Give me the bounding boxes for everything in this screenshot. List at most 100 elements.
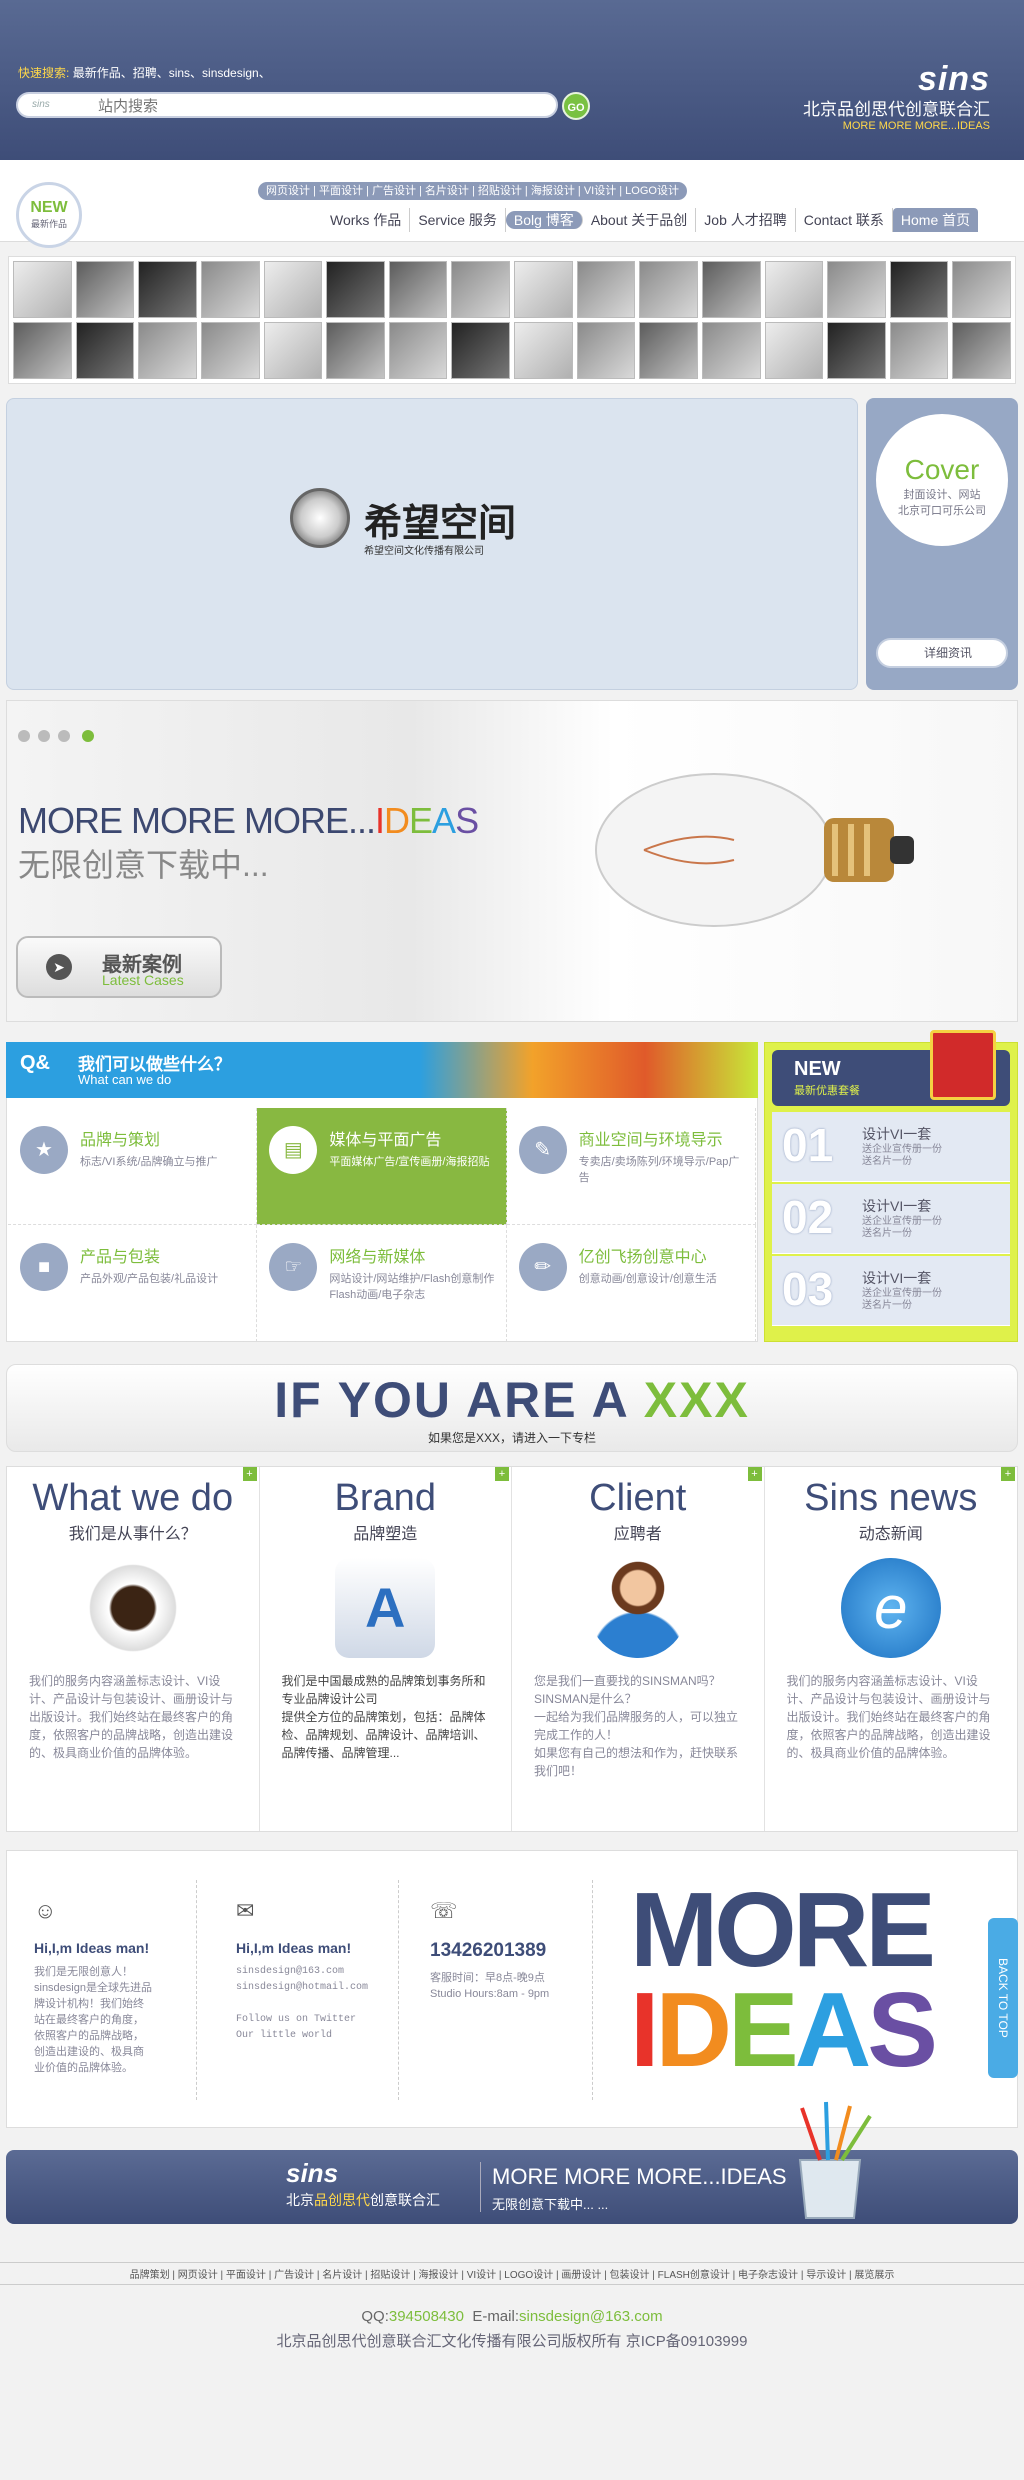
work-thumbnail[interactable] [13, 261, 72, 318]
work-thumbnail[interactable] [388, 322, 448, 379]
light-bulb-image [595, 773, 914, 927]
work-thumbnail[interactable] [451, 322, 510, 379]
offer-head-sub: 最新优惠套餐 [794, 1085, 860, 1097]
work-thumbnail[interactable] [639, 261, 698, 318]
hero-title: MORE MORE MORE...IDEAS [18, 800, 479, 842]
service-title: 产品与包装 [80, 1249, 161, 1266]
offer-item[interactable]: 02 设计VI一套 送企业宣传册一份 送名片一份 [772, 1184, 1010, 1254]
work-thumbnail[interactable] [576, 261, 636, 318]
plus-icon[interactable]: + [1001, 1467, 1015, 1481]
user-avatar-icon [587, 1558, 688, 1658]
plus-icon[interactable]: + [242, 1467, 257, 1481]
book-icon: ▤ [269, 1126, 318, 1174]
search-input[interactable] [98, 97, 538, 115]
quick-search-keywords[interactable]: 最新作品、招聘、sins、sinsdesign、 [73, 66, 271, 80]
nav-blog[interactable]: Bolg 博客 [505, 211, 583, 229]
ideas-letter: E [728, 1971, 799, 2089]
ideas-letter: S [867, 1971, 938, 2089]
nav-about[interactable]: About 关于品创 [583, 208, 697, 232]
column-client: + Client 应聘者 您是我们一直要找的SINSMAN吗？ SINSMAN是… [512, 1467, 765, 1831]
contact-text[interactable]: sinsdesign@163.com sinsdesign@hotmail.co… [236, 1964, 386, 2044]
work-thumbnail[interactable] [138, 322, 197, 379]
work-thumbnail[interactable] [764, 261, 824, 318]
service-desc: 网站设计/网站维护/Flash创意制作Flash动画/电子杂志 [329, 1273, 495, 1301]
footer-logo: sins [286, 2158, 339, 2188]
work-thumbnail[interactable] [952, 261, 1011, 318]
work-thumbnail[interactable] [13, 322, 72, 379]
service-media-ads[interactable]: ▤ 媒体与平面广告 平面媒体广告/宣传画册/海报招贴 [257, 1108, 507, 1225]
service-product-packaging[interactable]: ■ 产品与包装 产品外观/产品包装/礼品设计 [8, 1225, 258, 1342]
nav-works[interactable]: Works 作品 [322, 208, 411, 232]
column-sub: 动态新闻 [858, 1526, 923, 1543]
work-thumbnail[interactable] [388, 261, 448, 318]
work-thumbnail[interactable] [701, 322, 761, 379]
service-brand-planning[interactable]: ★ 品牌与策划 标志/VI系统/品牌确立与推广 [8, 1108, 258, 1225]
work-thumbnail[interactable] [326, 261, 385, 318]
go-button[interactable]: GO [562, 92, 590, 120]
plus-icon[interactable]: + [495, 1467, 509, 1481]
nav-home[interactable]: Home 首页 [892, 208, 979, 232]
offer-number: 03 [782, 1263, 834, 1315]
hero-subtitle: 无限创意下载中... [18, 847, 269, 883]
work-thumbnail[interactable] [952, 322, 1011, 379]
client-logo-icon [290, 488, 350, 548]
nav-job[interactable]: Job 人才招聘 [696, 208, 796, 232]
detail-button[interactable]: 详细资讯 [876, 638, 1008, 668]
work-thumbnail[interactable] [639, 322, 698, 379]
work-thumbnail[interactable] [514, 261, 573, 318]
slide-dot[interactable] [58, 730, 70, 742]
work-thumbnail[interactable] [263, 322, 323, 379]
work-thumbnail[interactable] [889, 261, 949, 318]
latest-cases-button[interactable]: ➤ 最新案例 Latest Cases [16, 936, 222, 998]
offer-item[interactable]: 01 设计VI一套 送企业宣传册一份 送名片一份 [772, 1112, 1010, 1182]
brush-icon: ✏ [518, 1243, 567, 1291]
work-thumbnail[interactable] [451, 261, 510, 318]
work-thumbnail[interactable] [701, 261, 761, 318]
service-web-media[interactable]: ☞ 网络与新媒体 网站设计/网站维护/Flash创意制作Flash动画/电子杂志 [257, 1225, 507, 1342]
column-sub: 应聘者 [613, 1526, 662, 1543]
brand[interactable]: sins 北京品创思代创意联合汇 MORE MORE MORE...IDEAS [740, 60, 990, 132]
work-thumbnail[interactable] [576, 322, 636, 379]
work-thumbnail[interactable] [138, 261, 197, 318]
offer-desc: 送企业宣传册一份 送名片一份 [862, 1288, 942, 1311]
service-commercial-space[interactable]: ✎ 商业空间与环境导示 专卖店/卖场陈列/环境导示/Pap广告 [506, 1108, 756, 1225]
divider [196, 1880, 197, 2100]
slide-dot[interactable] [18, 730, 30, 742]
nav-contact[interactable]: Contact 联系 [796, 208, 893, 232]
email-link[interactable]: sinsdesign@163.com [519, 2308, 663, 2325]
work-thumbnail[interactable] [827, 322, 886, 379]
slide-dot-active[interactable] [82, 730, 94, 742]
back-to-top-button[interactable]: BACK TO TOP [988, 1918, 1018, 2078]
sub-nav[interactable]: 网页设计 | 平面设计 | 广告设计 | 名片设计 | 招贴设计 | 海报设计 … [258, 182, 687, 200]
services-title-en: What can we do [78, 1072, 172, 1087]
work-thumbnail[interactable] [263, 261, 323, 318]
service-title: 网络与新媒体 [329, 1249, 426, 1266]
new-badge-sub: 最新作品 [30, 219, 67, 229]
plus-icon[interactable]: + [747, 1467, 762, 1481]
question-icon: Q& [20, 1052, 50, 1074]
column-desc: 您是我们一直要找的SINSMAN吗？ SINSMAN是什么？ 一起给为我们品牌服… [534, 1674, 739, 1778]
ideas-word: IDEAS [630, 1977, 970, 2083]
work-thumbnail[interactable] [200, 322, 260, 379]
nav-service[interactable]: Service 服务 [410, 208, 506, 232]
contact-block-email: ✉ Hi,I,m Ideas man! sinsdesign@163.com s… [236, 1898, 386, 2044]
service-title: 媒体与平面广告 [329, 1132, 442, 1149]
work-thumbnail[interactable] [889, 322, 949, 379]
offer-item[interactable]: 03 设计VI一套 送企业宣传册一份 送名片一份 [772, 1256, 1010, 1326]
work-thumbnail[interactable] [827, 261, 886, 318]
ideas-letter: A [794, 1971, 872, 2089]
offer-title: 设计VI一套 [862, 1270, 932, 1286]
service-title: 亿创飞扬创意中心 [578, 1249, 707, 1266]
work-thumbnail[interactable] [75, 261, 135, 318]
service-creative-center[interactable]: ✏ 亿创飞扬创意中心 创意动画/创意设计/创意生活 [506, 1225, 756, 1342]
more-ideas-graphic: MORE IDEAS [630, 1877, 970, 2100]
work-thumbnail[interactable] [514, 322, 573, 379]
work-thumbnail[interactable] [200, 261, 260, 318]
work-thumbnail[interactable] [764, 322, 824, 379]
footer-links[interactable]: 品牌策划 | 网页设计 | 平面设计 | 广告设计 | 名片设计 | 招贴设计 … [0, 2262, 1024, 2285]
services-grid: ★ 品牌与策划 标志/VI系统/品牌确立与推广 ▤ 媒体与平面广告 平面媒体广告… [8, 1108, 756, 1342]
work-thumbnail[interactable] [326, 322, 385, 379]
new-works-badge[interactable]: NEW 最新作品 [16, 182, 82, 248]
slide-dot[interactable] [38, 730, 50, 742]
work-thumbnail[interactable] [75, 322, 135, 379]
